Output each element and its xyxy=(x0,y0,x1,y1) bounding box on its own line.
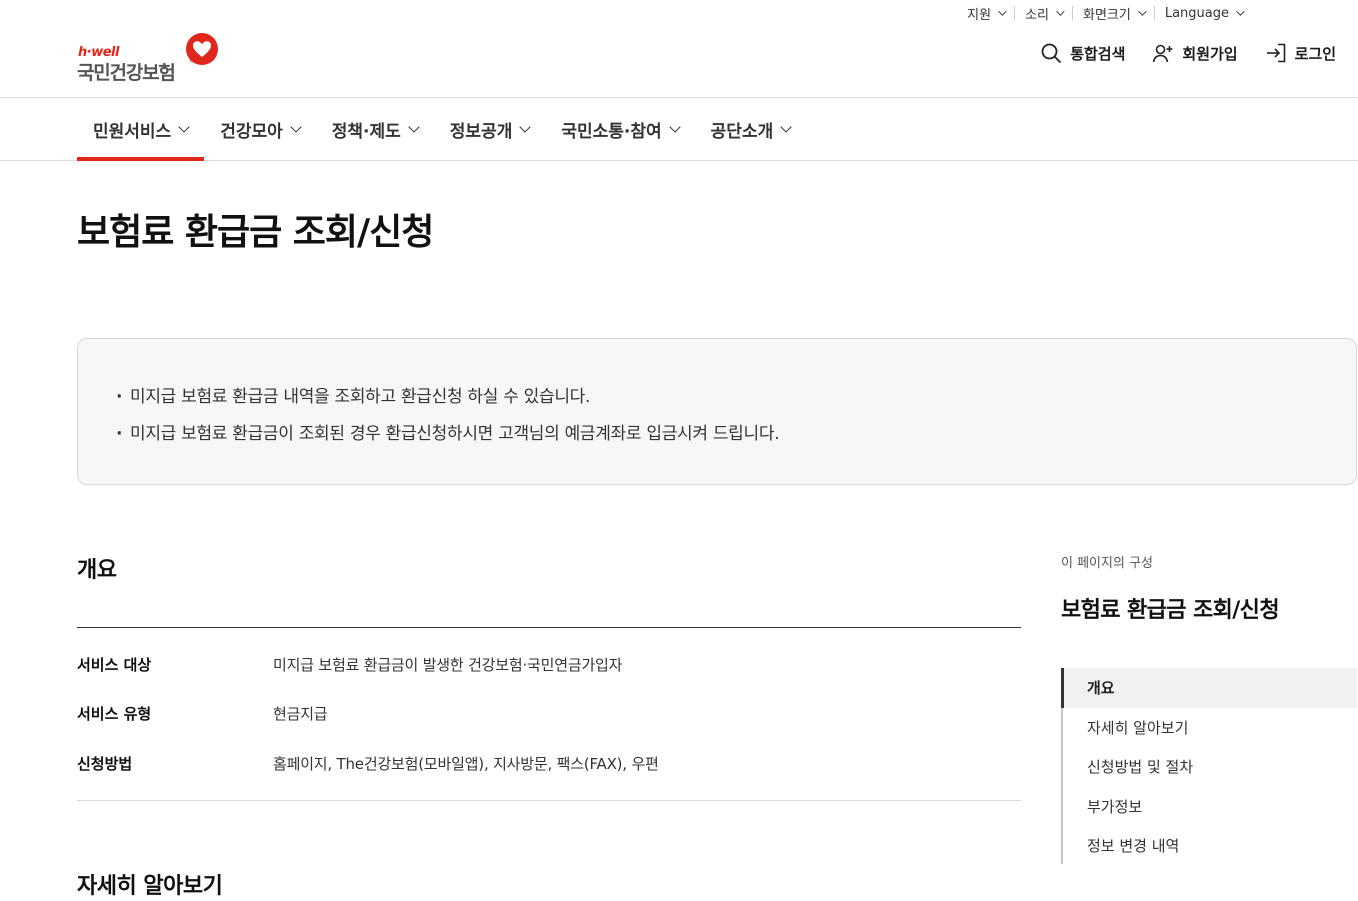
heart-logo-icon xyxy=(186,33,218,65)
login-button[interactable]: 로그인 xyxy=(1265,42,1336,64)
chevron-down-icon xyxy=(178,120,190,133)
chevron-down-icon xyxy=(519,120,532,133)
search-icon xyxy=(1041,43,1062,63)
chevron-down-icon xyxy=(780,120,792,133)
header-actions: 통합검색 회원가입 로그인 xyxy=(1040,42,1336,64)
support-menu[interactable]: 지원 xyxy=(957,4,1014,23)
toc-list: 개요 자세히 알아보기 신청방법 및 절차 부가정보 정보 변경 내역 xyxy=(1061,668,1357,864)
logo-name: 국민건강보험 xyxy=(77,62,176,84)
screen-size-menu[interactable]: 화면크기 xyxy=(1073,4,1154,23)
nav-item-disclosure[interactable]: 정보공개 xyxy=(434,98,546,160)
info-box: 미지급 보험료 환급금 내역을 조회하고 환급신청 하실 수 있습니다. 미지급… xyxy=(77,338,1357,485)
toc-item-overview[interactable]: 개요 xyxy=(1061,668,1357,708)
site-logo[interactable]: h·well 국민건강보험 xyxy=(77,32,222,84)
row-value: 현금지급 xyxy=(273,705,328,723)
overview-row: 신청방법 홈페이지, The건강보험(모바일앱), 지사방문, 팩스(FAX),… xyxy=(77,753,1021,774)
toc-caption: 이 페이지의 구성 xyxy=(1061,556,1153,571)
row-value: 홈페이지, The건강보험(모바일앱), 지사방문, 팩스(FAX), 우편 xyxy=(273,755,659,773)
overview-row: 서비스 유형 현금지급 xyxy=(77,703,1021,724)
nav-item-about[interactable]: 공단소개 xyxy=(695,98,807,160)
sound-menu[interactable]: 소리 xyxy=(1015,4,1072,23)
utility-bar: 지원 소리 화면크기 Language xyxy=(957,4,1252,23)
chevron-down-icon xyxy=(290,120,302,133)
row-label: 서비스 대상 xyxy=(77,656,152,674)
chevron-down-icon xyxy=(408,120,420,133)
main-nav: 민원서비스 건강모아 정책·제도 정보공개 국민소통·참여 공단소개 xyxy=(0,97,1358,161)
chevron-down-icon xyxy=(1236,7,1245,16)
row-label: 서비스 유형 xyxy=(77,705,152,723)
info-line: 미지급 보험료 환급금 내역을 조회하고 환급신청 하실 수 있습니다. xyxy=(116,379,1318,416)
detail-heading: 자세히 알아보기 xyxy=(77,874,223,899)
row-label: 신청방법 xyxy=(77,755,133,773)
info-line: 미지급 보험료 환급금이 조회된 경우 환급신청하시면 고객님의 예금계좌로 입… xyxy=(116,416,1318,453)
login-icon xyxy=(1266,43,1285,63)
nav-item-participation[interactable]: 국민소통·참여 xyxy=(545,98,694,160)
nav-item-health[interactable]: 건강모아 xyxy=(204,98,316,160)
nav-item-civil-service[interactable]: 민원서비스 xyxy=(77,98,205,161)
language-menu[interactable]: Language xyxy=(1155,4,1252,22)
toc-item-change-history[interactable]: 정보 변경 내역 xyxy=(1063,826,1357,866)
divider xyxy=(77,800,1021,801)
toc-item-detail[interactable]: 자세히 알아보기 xyxy=(1063,708,1357,748)
chevron-down-icon xyxy=(998,7,1007,16)
toc-item-procedure[interactable]: 신청방법 및 절차 xyxy=(1063,747,1357,787)
page-title: 보험료 환급금 조회/신청 xyxy=(77,212,434,253)
chevron-down-icon xyxy=(669,120,681,133)
search-button[interactable]: 통합검색 xyxy=(1040,42,1125,64)
chevron-down-icon xyxy=(1138,7,1147,16)
toc-title: 보험료 환급금 조회/신청 xyxy=(1061,598,1280,623)
overview-heading: 개요 xyxy=(77,558,117,583)
nav-item-policy[interactable]: 정책·제도 xyxy=(316,98,434,160)
overview-row: 서비스 대상 미지급 보험료 환급금이 발생한 건강보험·국민연금가입자 xyxy=(77,654,1021,675)
chevron-down-icon xyxy=(1056,7,1065,16)
toc-item-extra-info[interactable]: 부가정보 xyxy=(1063,787,1357,827)
join-button[interactable]: 회원가입 xyxy=(1152,42,1238,64)
user-plus-icon xyxy=(1153,44,1173,63)
divider xyxy=(77,627,1021,628)
row-value: 미지급 보험료 환급금이 발생한 건강보험·국민연금가입자 xyxy=(273,656,623,674)
